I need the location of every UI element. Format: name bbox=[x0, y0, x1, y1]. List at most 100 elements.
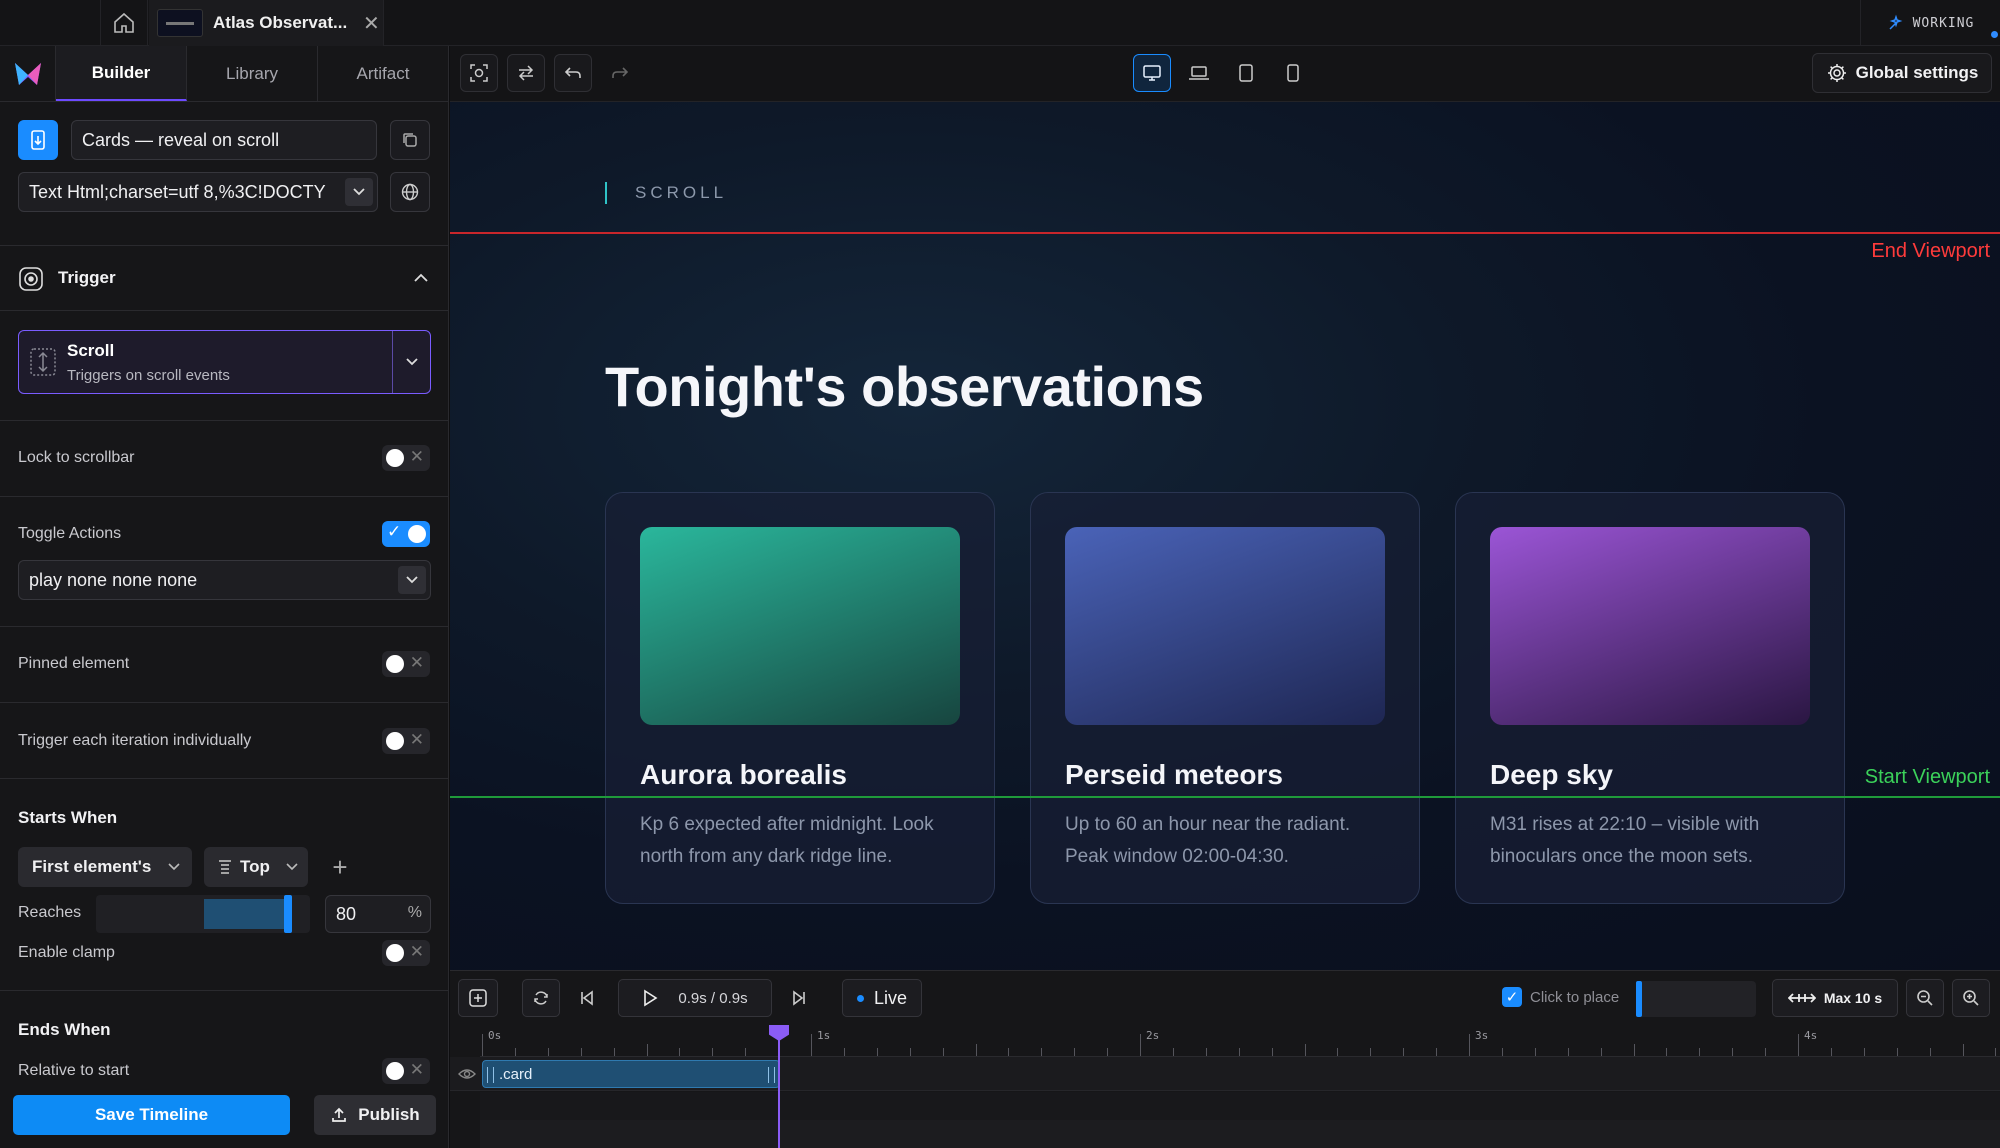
tablet-view-button[interactable] bbox=[1227, 54, 1265, 92]
checkbox-checked-icon[interactable]: ✓ bbox=[1502, 987, 1522, 1007]
toggle-actions-select[interactable]: play none none none bbox=[18, 560, 431, 600]
mobile-view-button[interactable] bbox=[1274, 54, 1312, 92]
first-element-select[interactable]: First element's bbox=[18, 847, 192, 887]
relative-start-toggle[interactable]: ✕ bbox=[382, 1058, 430, 1084]
loop-button[interactable] bbox=[522, 979, 560, 1017]
major-tick bbox=[811, 1034, 812, 1056]
redo-button[interactable] bbox=[601, 54, 639, 92]
timeline-zoom-slider[interactable] bbox=[1636, 981, 1756, 1017]
percent-unit: % bbox=[407, 904, 422, 921]
editor-toolbar: Global settings bbox=[450, 46, 2000, 102]
trigger-each-label: Trigger each iteration individually bbox=[18, 732, 252, 749]
minor-tick bbox=[1830, 1048, 1832, 1056]
add-track-button[interactable] bbox=[458, 979, 498, 1017]
card-description: Up to 60 an hour near the radiant. Peak … bbox=[1065, 814, 1351, 867]
scroll-indicator-label: SCROLL bbox=[605, 182, 727, 204]
source-select[interactable]: Text Html;charset=utf 8,%3C!DOCTY bbox=[18, 172, 378, 212]
enable-clamp-toggle[interactable]: ✕ bbox=[382, 940, 430, 966]
divider bbox=[0, 626, 449, 627]
timeline-panel: 0.9s / 0.9s Live ✓ Click to place Max 10… bbox=[450, 970, 2000, 1148]
close-icon[interactable]: ✕ bbox=[363, 11, 380, 36]
timeline-empty-rows bbox=[480, 1092, 2000, 1148]
preview-canvas[interactable]: SCROLL End Viewport Tonight's observatio… bbox=[450, 102, 2000, 970]
globe-button[interactable] bbox=[390, 172, 430, 212]
skip-back-button[interactable] bbox=[568, 979, 606, 1017]
tab-builder[interactable]: Builder bbox=[56, 46, 187, 101]
tick-label: 0s bbox=[488, 1029, 502, 1042]
eye-icon[interactable] bbox=[458, 1067, 476, 1081]
skip-forward-button[interactable] bbox=[780, 979, 818, 1017]
minor-tick bbox=[1403, 1048, 1405, 1056]
card-aurora[interactable]: Aurora borealis Kp 6 expected after midn… bbox=[605, 492, 995, 904]
timeline-ruler[interactable]: 0s 1s 2s 3s 4s bbox=[480, 1027, 2000, 1057]
zoom-in-button[interactable] bbox=[1952, 979, 1990, 1017]
publish-button[interactable]: Publish bbox=[314, 1095, 436, 1135]
minor-tick bbox=[843, 1048, 845, 1056]
card-perseid[interactable]: Perseid meteors Up to 60 an hour near th… bbox=[1030, 492, 1420, 904]
minor-tick bbox=[1107, 1048, 1109, 1056]
top-bar: Atlas Observat... ✕ WORKING bbox=[0, 0, 2000, 46]
swap-button[interactable] bbox=[507, 54, 545, 92]
document-thumbnail bbox=[157, 9, 203, 37]
minor-tick bbox=[547, 1048, 549, 1056]
redo-icon bbox=[612, 67, 629, 78]
tab-artifact[interactable]: Artifact bbox=[318, 46, 449, 101]
pinned-element-toggle[interactable]: ✕ bbox=[382, 651, 430, 677]
desktop-view-button[interactable] bbox=[1133, 54, 1171, 92]
minor-tick bbox=[712, 1048, 714, 1056]
minor-tick bbox=[1699, 1048, 1701, 1056]
tick-label: 2s bbox=[1146, 1029, 1160, 1042]
position-select[interactable]: Top bbox=[204, 847, 308, 887]
tablet-icon bbox=[1239, 64, 1253, 82]
animation-name-field[interactable]: Cards — reveal on scroll bbox=[71, 120, 377, 160]
reaches-slider-fill bbox=[204, 899, 286, 929]
max-duration-button[interactable]: Max 10 s bbox=[1772, 979, 1898, 1017]
click-to-place-label: Click to place bbox=[1530, 988, 1620, 1006]
live-button[interactable]: Live bbox=[842, 979, 922, 1017]
click-to-place-option[interactable]: ✓ Click to place bbox=[1502, 987, 1619, 1007]
reaches-input[interactable]: 80 % bbox=[325, 895, 431, 933]
builder-panel: Builder Library Artifact Cards — reveal … bbox=[0, 46, 449, 1148]
reaches-slider[interactable] bbox=[96, 895, 310, 933]
add-condition-button[interactable]: + bbox=[320, 847, 360, 887]
tab-library[interactable]: Library bbox=[187, 46, 318, 101]
divider bbox=[0, 778, 449, 779]
timeline-clip[interactable]: .card bbox=[482, 1060, 780, 1088]
trigger-section-header[interactable]: Trigger bbox=[0, 246, 449, 310]
divider bbox=[0, 702, 449, 703]
undo-button[interactable] bbox=[554, 54, 592, 92]
laptop-view-button[interactable] bbox=[1180, 54, 1218, 92]
trigger-type-select[interactable]: Scroll Triggers on scroll events bbox=[18, 330, 431, 394]
home-button[interactable] bbox=[100, 0, 148, 46]
save-timeline-button[interactable]: Save Timeline bbox=[13, 1095, 290, 1135]
start-viewport-label: Start Viewport bbox=[1864, 766, 1990, 788]
playhead[interactable] bbox=[778, 1027, 780, 1148]
minor-tick bbox=[1765, 1048, 1767, 1056]
duplicate-button[interactable] bbox=[390, 120, 430, 160]
major-tick bbox=[482, 1034, 483, 1056]
zoom-out-button[interactable] bbox=[1906, 979, 1944, 1017]
swap-icon bbox=[518, 65, 534, 81]
document-tab[interactable]: Atlas Observat... ✕ bbox=[149, 0, 384, 46]
animation-type-button[interactable] bbox=[18, 120, 58, 160]
minor-tick bbox=[1041, 1048, 1043, 1056]
global-settings-button[interactable]: Global settings bbox=[1812, 53, 1992, 93]
chevron-up-icon[interactable] bbox=[413, 272, 429, 283]
card-deep-sky[interactable]: Deep sky M31 rises at 22:10 – visible wi… bbox=[1455, 492, 1845, 904]
minor-tick bbox=[876, 1048, 878, 1056]
app-logo[interactable] bbox=[0, 46, 56, 102]
card-image bbox=[1490, 527, 1810, 725]
minor-tick bbox=[646, 1044, 648, 1056]
lock-scrollbar-toggle[interactable]: ✕ bbox=[382, 445, 430, 471]
focus-button[interactable] bbox=[460, 54, 498, 92]
reaches-slider-handle[interactable] bbox=[284, 895, 292, 933]
play-control[interactable]: 0.9s / 0.9s bbox=[618, 979, 772, 1017]
trigger-type-label: Scroll bbox=[67, 341, 115, 360]
slider-handle[interactable] bbox=[1636, 981, 1642, 1017]
status-dot bbox=[1991, 31, 1998, 38]
source-value: Text Html;charset=utf 8,%3C!DOCTY bbox=[29, 181, 326, 202]
lock-scrollbar-label: Lock to scrollbar bbox=[18, 449, 135, 466]
position-value: Top bbox=[240, 857, 270, 876]
toggle-actions-toggle[interactable]: ✓ bbox=[382, 521, 430, 547]
trigger-each-toggle[interactable]: ✕ bbox=[382, 728, 430, 754]
